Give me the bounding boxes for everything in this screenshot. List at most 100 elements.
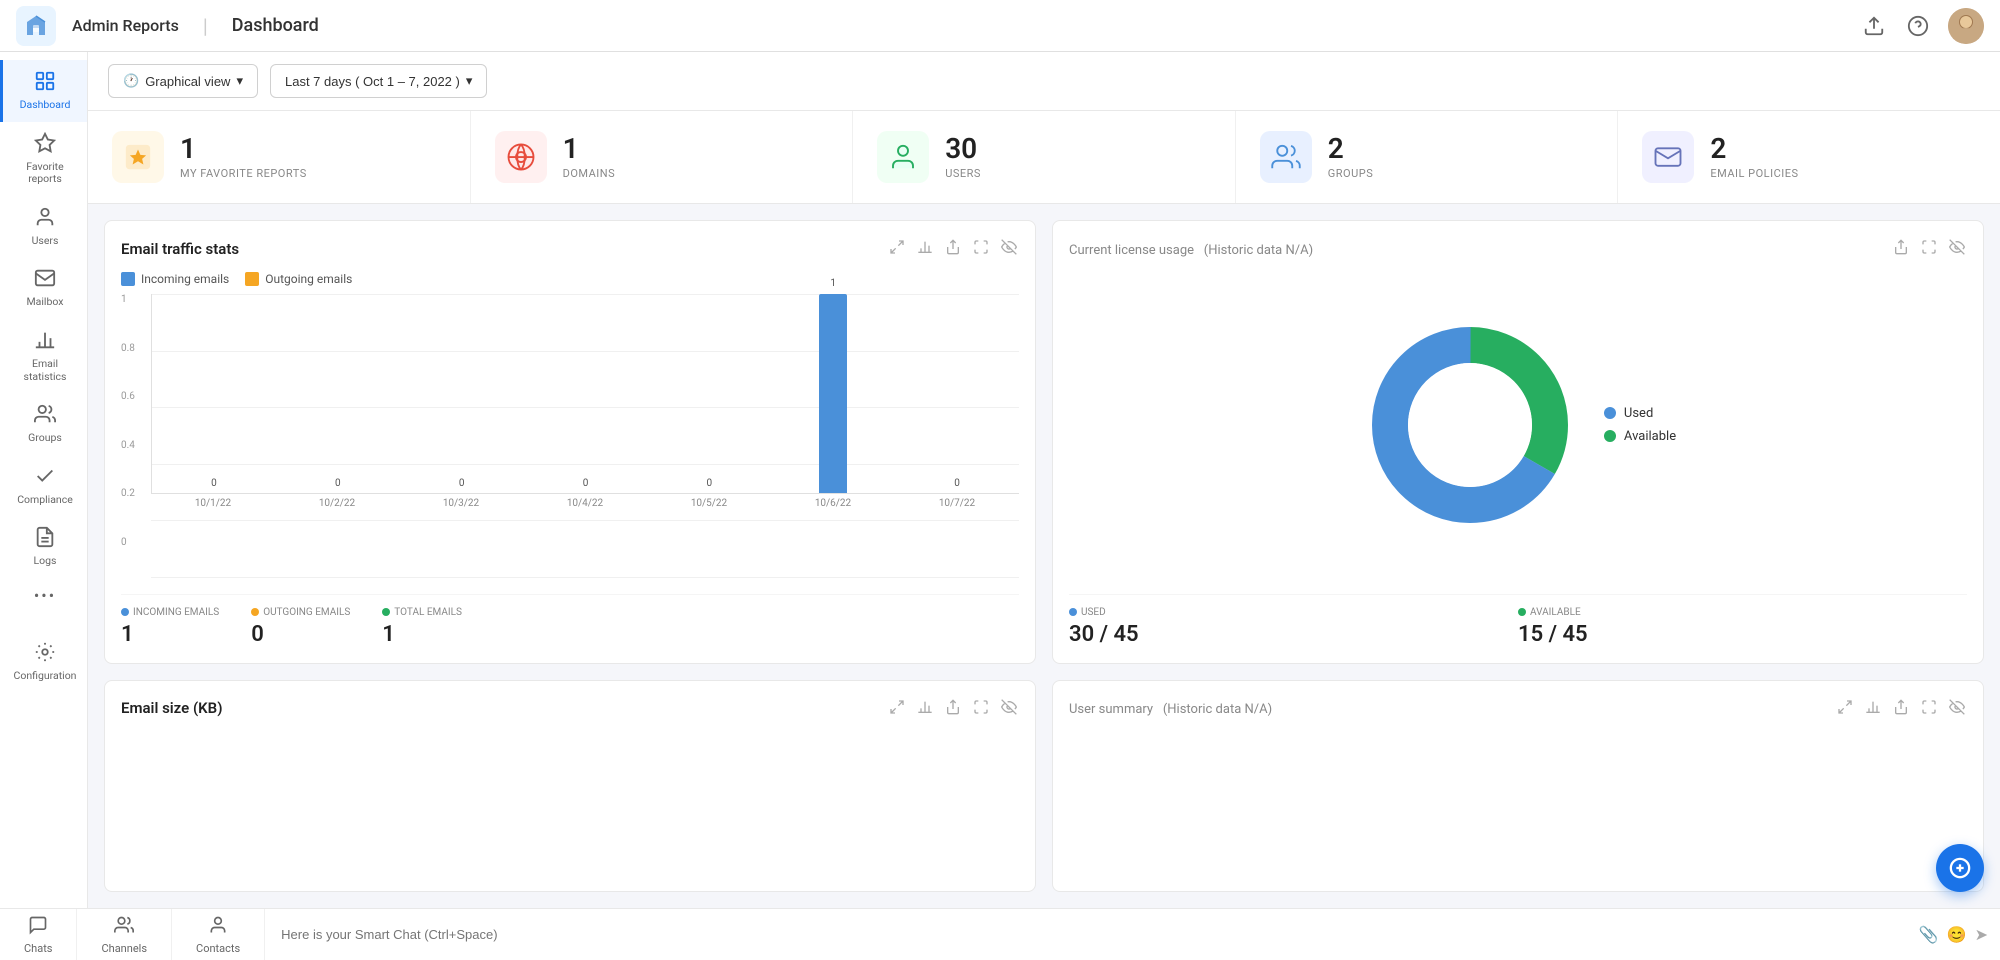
user-summary-hide-icon[interactable] (1947, 697, 1967, 720)
bar-group: 0 (400, 294, 524, 493)
chats-tab[interactable]: Chats (0, 909, 77, 960)
smart-chat-input[interactable] (281, 927, 1891, 942)
bottom-send-icon[interactable]: ➤ (1975, 925, 1988, 944)
bottom-attach-icon[interactable]: 📎 (1919, 925, 1939, 944)
available-stat: AVAILABLE 15 / 45 (1518, 607, 1967, 647)
email-policies-stat-number: 2 (1710, 135, 1798, 163)
user-summary-fullscreen-icon[interactable] (1919, 697, 1939, 720)
email-traffic-header: Email traffic stats (121, 237, 1019, 260)
stat-card-favorite[interactable]: 1 MY FAVORITE REPORTS (88, 111, 471, 203)
stat-card-groups[interactable]: 2 GROUPS (1236, 111, 1619, 203)
email-size-expand-icon[interactable] (887, 697, 907, 720)
incoming-summary-value: 1 (121, 622, 219, 647)
bar-chart: 10.80.60.40.20 0000010 10/1/2210/2/2210/… (121, 294, 1019, 578)
bar-group: 0 (647, 294, 771, 493)
email-size-hide-icon[interactable] (999, 697, 1019, 720)
bar-group: 0 (895, 294, 1019, 493)
sidebar-item-logs[interactable]: Logs (0, 516, 87, 578)
grid-line-5 (151, 520, 1019, 521)
content-area: 🕐 Graphical view ▾ Last 7 days ( Oct 1 –… (88, 52, 2000, 908)
share-icon[interactable] (943, 237, 963, 260)
domains-stat-info: 1 DOMAINS (563, 135, 616, 180)
sidebar-groups-label: Groups (28, 432, 62, 445)
license-usage-card: Current license usage (Historic data N/A… (1052, 220, 1984, 664)
sidebar-compliance-label: Compliance (17, 494, 73, 507)
license-title: Current license usage (Historic data N/A… (1069, 240, 1313, 258)
stat-card-email-policies[interactable]: 2 EMAIL POLICIES (1618, 111, 2000, 203)
bottom-emoji-icon[interactable]: 😊 (1947, 925, 1967, 944)
available-legend-dot (1604, 430, 1616, 442)
smart-chat-area[interactable] (265, 909, 1907, 960)
email-size-actions (887, 697, 1019, 720)
hide-icon[interactable] (999, 237, 1019, 260)
email-size-share-icon[interactable] (943, 697, 963, 720)
email-policies-stat-icon (1642, 131, 1694, 183)
help-icon[interactable] (1904, 12, 1932, 40)
channels-tab[interactable]: Channels (77, 909, 172, 960)
fullscreen-icon[interactable] (971, 237, 991, 260)
license-hide-icon[interactable] (1947, 237, 1967, 260)
used-legend-label: Used (1624, 406, 1653, 421)
email-size-fullscreen-icon[interactable] (971, 697, 991, 720)
dashboard-grid: Email traffic stats (88, 204, 2000, 908)
fab-button[interactable] (1936, 844, 1984, 892)
users-stat-number: 30 (945, 135, 981, 163)
favorite-stat-number: 1 (180, 135, 307, 163)
sidebar-item-compliance[interactable]: Compliance (0, 455, 87, 517)
upload-icon[interactable] (1860, 12, 1888, 40)
license-actions (1891, 237, 1967, 260)
sidebar-item-groups[interactable]: Groups (0, 393, 87, 455)
user-summary-header: User summary (Historic data N/A) (1069, 697, 1967, 720)
graphical-view-dropdown[interactable]: 🕐 Graphical view ▾ (108, 64, 258, 98)
sidebar-item-users[interactable]: Users (0, 196, 87, 258)
contacts-tab[interactable]: Contacts (172, 909, 265, 960)
contacts-tab-icon (208, 915, 228, 940)
x-axis-label: 10/5/22 (647, 498, 771, 509)
bar-group: 0 (524, 294, 648, 493)
outgoing-legend-color (245, 272, 259, 286)
used-stat-label: USED (1069, 607, 1518, 618)
used-legend-dot (1604, 407, 1616, 419)
incoming-legend: Incoming emails (121, 272, 229, 286)
outgoing-summary-label: OUTGOING EMAILS (251, 607, 350, 618)
user-summary-expand-icon[interactable] (1835, 697, 1855, 720)
date-range-dropdown[interactable]: Last 7 days ( Oct 1 – 7, 2022 ) ▾ (270, 64, 487, 98)
license-share-icon[interactable] (1891, 237, 1911, 260)
x-axis-label: 10/4/22 (523, 498, 647, 509)
domains-stat-icon (495, 131, 547, 183)
sidebar-item-mailbox[interactable]: Mailbox (0, 257, 87, 319)
email-size-placeholder (121, 732, 1019, 812)
user-summary-card: User summary (Historic data N/A) (1052, 680, 1984, 893)
email-size-bar-icon[interactable] (915, 697, 935, 720)
groups-stat-icon (1260, 131, 1312, 183)
compliance-icon (34, 465, 56, 490)
bar-value-label: 0 (583, 478, 589, 489)
stats-row: 1 MY FAVORITE REPORTS 1 DOMAINS (88, 111, 2000, 204)
more-icon: ••• (34, 588, 56, 604)
incoming-summary-label: INCOMING EMAILS (121, 607, 219, 618)
header-icons (1860, 8, 1984, 44)
channels-tab-label: Channels (101, 942, 147, 955)
incoming-dot (121, 608, 129, 616)
avatar[interactable] (1948, 8, 1984, 44)
user-summary-bar-icon[interactable] (1863, 697, 1883, 720)
sidebar-item-favorite[interactable]: Favorite reports (0, 122, 87, 196)
sidebar-item-configuration[interactable]: Configuration (0, 631, 87, 693)
sidebar-item-dashboard[interactable]: Dashboard (0, 60, 87, 122)
total-summary-label: TOTAL EMAILS (382, 607, 462, 618)
total-summary: TOTAL EMAILS 1 (382, 607, 462, 647)
user-summary-share-icon[interactable] (1891, 697, 1911, 720)
outgoing-dot (251, 608, 259, 616)
email-stats-summary: INCOMING EMAILS 1 OUTGOING EMAILS 0 (121, 594, 1019, 647)
expand-icon[interactable] (887, 237, 907, 260)
sidebar-item-email-statistics[interactable]: Email statistics (0, 319, 87, 393)
main-layout: Dashboard Favorite reports Users (0, 52, 2000, 908)
stat-card-domains[interactable]: 1 DOMAINS (471, 111, 854, 203)
stat-card-users[interactable]: 30 USERS (853, 111, 1236, 203)
license-fullscreen-icon[interactable] (1919, 237, 1939, 260)
user-summary-title: User summary (Historic data N/A) (1069, 699, 1272, 717)
domains-stat-label: DOMAINS (563, 167, 616, 180)
app-logo[interactable] (16, 6, 56, 46)
bar-chart-icon[interactable] (915, 237, 935, 260)
sidebar-item-more[interactable]: ••• ··· (0, 578, 87, 631)
